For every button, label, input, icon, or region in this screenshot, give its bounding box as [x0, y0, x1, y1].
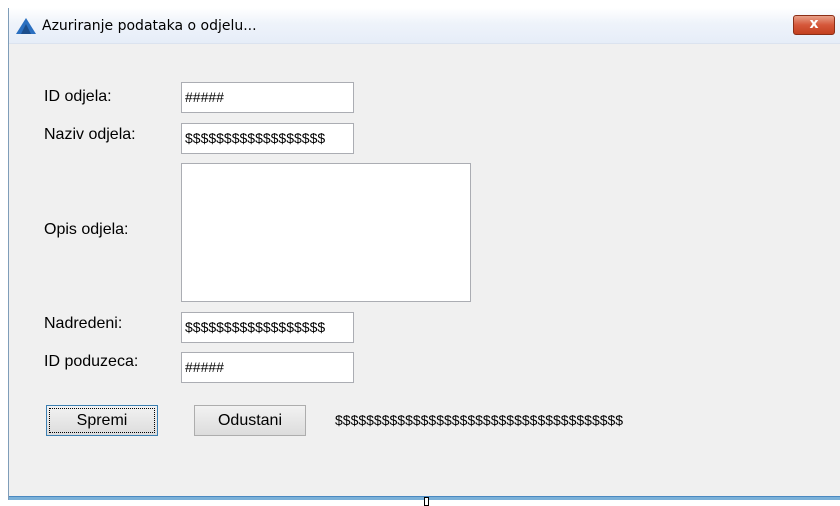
id-value: #####: [185, 89, 224, 105]
cancel-button[interactable]: Odustani: [194, 405, 306, 436]
desc-textarea[interactable]: [181, 163, 471, 302]
app-triangle-icon: [16, 18, 36, 34]
save-button[interactable]: Spremi: [46, 405, 158, 436]
window-title: Azuriranje podataka o odjelu...: [42, 18, 257, 34]
id-field[interactable]: #####: [181, 82, 354, 113]
save-button-label: Spremi: [76, 412, 128, 429]
cancel-button-label: Odustani: [217, 412, 283, 429]
resize-handle[interactable]: [424, 497, 429, 506]
title-bar[interactable]: Azuriranje podataka o odjelu... x: [9, 8, 840, 44]
id-label: ID odjela:: [44, 88, 112, 105]
dialog-window: Azuriranje podataka o odjelu... x ID odj…: [8, 8, 840, 500]
desc-label: Opis odjela:: [44, 221, 129, 238]
company-field[interactable]: #####: [181, 352, 354, 383]
company-value: #####: [185, 359, 224, 375]
status-text: $$$$$$$$$$$$$$$$$$$$$$$$$$$$$$$$$$$$$: [335, 412, 624, 428]
manager-field[interactable]: $$$$$$$$$$$$$$$$$$: [181, 312, 354, 343]
name-value: $$$$$$$$$$$$$$$$$$: [185, 130, 326, 146]
manager-value: $$$$$$$$$$$$$$$$$$: [185, 319, 326, 335]
close-button[interactable]: x: [793, 15, 835, 35]
close-icon: x: [809, 16, 819, 32]
name-label: Naziv odjela:: [44, 126, 136, 143]
name-field[interactable]: $$$$$$$$$$$$$$$$$$: [181, 123, 354, 154]
manager-label: Nadredeni:: [44, 315, 123, 332]
company-label: ID poduzeca:: [44, 353, 139, 370]
